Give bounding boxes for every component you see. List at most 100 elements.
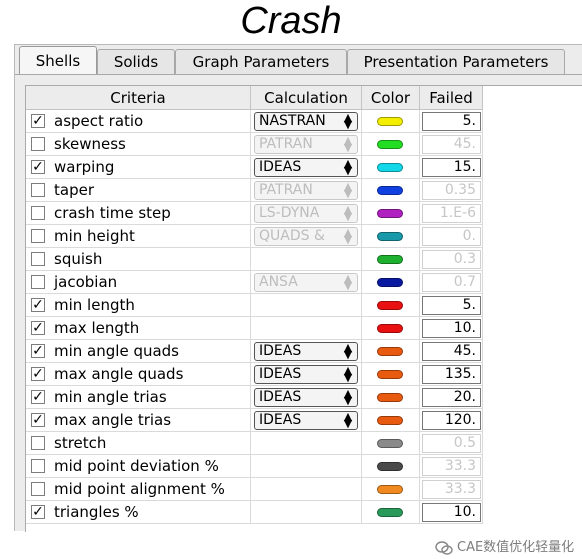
color-swatch[interactable] — [377, 462, 403, 471]
failed-cell: 135. — [420, 363, 483, 386]
criteria-cell: crash time step — [26, 202, 251, 225]
color-swatch[interactable] — [377, 324, 403, 333]
criteria-checkbox[interactable]: ✓ — [31, 505, 45, 519]
table-row-max-angle-trias[interactable]: ✓ max angle trias IDEAS ▲ ▼ 120. — [26, 409, 582, 432]
criteria-checkbox[interactable]: ✓ — [31, 390, 45, 404]
calculation-cell: PATRAN ▲ ▼ — [251, 133, 362, 156]
criteria-checkbox[interactable] — [31, 229, 45, 243]
table-row-taper[interactable]: taper PATRAN ▲ ▼ 0.35 — [26, 179, 582, 202]
color-swatch[interactable] — [377, 347, 403, 356]
calculation-select[interactable]: LS-DYNA ▲ ▼ — [254, 204, 358, 223]
table-row-mid-point-deviation[interactable]: mid point deviation % 33.3 — [26, 455, 582, 478]
failed-threshold-input[interactable]: 0.7 — [422, 273, 481, 292]
calculation-select[interactable]: IDEAS ▲ ▼ — [254, 158, 358, 177]
calculation-cell: PATRAN ▲ ▼ — [251, 179, 362, 202]
color-swatch[interactable] — [377, 439, 403, 448]
criteria-checkbox[interactable]: ✓ — [31, 413, 45, 427]
tab-presentation-parameters[interactable]: Presentation Parameters — [347, 49, 565, 74]
column-header-calculation[interactable]: Calculation — [251, 86, 362, 110]
color-swatch[interactable] — [377, 393, 403, 402]
column-header-failed[interactable]: Failed — [420, 86, 483, 110]
calculation-select[interactable]: PATRAN ▲ ▼ — [254, 181, 358, 200]
criteria-checkbox[interactable] — [31, 183, 45, 197]
failed-threshold-input[interactable]: 45. — [422, 135, 481, 154]
calculation-select[interactable]: ANSA ▲ ▼ — [254, 273, 358, 292]
color-swatch[interactable] — [377, 209, 403, 218]
column-header-criteria[interactable]: Criteria — [26, 86, 251, 110]
failed-threshold-input[interactable]: 15. — [422, 158, 481, 177]
failed-threshold-input[interactable]: 10. — [422, 503, 481, 522]
color-swatch[interactable] — [377, 255, 403, 264]
color-swatch[interactable] — [377, 163, 403, 172]
criteria-checkbox[interactable]: ✓ — [31, 344, 45, 358]
failed-threshold-input[interactable]: 120. — [422, 411, 481, 430]
table-row-mid-point-alignment[interactable]: mid point alignment % 33.3 — [26, 478, 582, 501]
criteria-checkbox[interactable]: ✓ — [31, 321, 45, 335]
table-row-crash-time-step[interactable]: crash time step LS-DYNA ▲ ▼ 1.E-6 — [26, 202, 582, 225]
criteria-checkbox[interactable]: ✓ — [31, 367, 45, 381]
table-row-jacobian[interactable]: jacobian ANSA ▲ ▼ 0.7 — [26, 271, 582, 294]
table-row-max-length[interactable]: ✓ max length 10. — [26, 317, 582, 340]
table-row-min-height[interactable]: min height QUADS & ▲ ▼ 0. — [26, 225, 582, 248]
color-swatch[interactable] — [377, 485, 403, 494]
criteria-checkbox[interactable] — [31, 252, 45, 266]
color-swatch[interactable] — [377, 301, 403, 310]
color-swatch[interactable] — [377, 416, 403, 425]
table-row-warping[interactable]: ✓ warping IDEAS ▲ ▼ 15. — [26, 156, 582, 179]
failed-threshold-input[interactable]: 5. — [422, 296, 481, 315]
column-header-color[interactable]: Color — [362, 86, 420, 110]
color-swatch[interactable] — [377, 186, 403, 195]
failed-threshold-input[interactable]: 10. — [422, 319, 481, 338]
table-row-triangles[interactable]: ✓ triangles % 10. — [26, 501, 582, 524]
criteria-checkbox[interactable] — [31, 459, 45, 473]
tab-solids[interactable]: Solids — [97, 49, 175, 74]
criteria-checkbox[interactable] — [31, 482, 45, 496]
table-row-aspect-ratio[interactable]: ✓ aspect ratio NASTRAN ▲ ▼ 5. — [26, 110, 582, 133]
failed-threshold-input[interactable]: 1.E-6 — [422, 204, 481, 223]
table-row-stretch[interactable]: stretch 0.5 — [26, 432, 582, 455]
criteria-checkbox[interactable] — [31, 275, 45, 289]
criteria-checkbox[interactable] — [31, 137, 45, 151]
tab-graph-parameters[interactable]: Graph Parameters — [175, 49, 347, 74]
table-row-max-angle-quads[interactable]: ✓ max angle quads IDEAS ▲ ▼ 135. — [26, 363, 582, 386]
criteria-checkbox[interactable]: ✓ — [31, 114, 45, 128]
color-swatch[interactable] — [377, 232, 403, 241]
calculation-select[interactable]: IDEAS ▲ ▼ — [254, 365, 358, 384]
color-swatch[interactable] — [377, 278, 403, 287]
color-cell — [362, 386, 420, 409]
failed-threshold-input[interactable]: 45. — [422, 342, 481, 361]
failed-threshold-input[interactable]: 0.3 — [422, 250, 481, 269]
calculation-select[interactable]: IDEAS ▲ ▼ — [254, 411, 358, 430]
calculation-select[interactable]: NASTRAN ▲ ▼ — [254, 112, 358, 131]
failed-threshold-input[interactable]: 0. — [422, 227, 481, 246]
table-row-skewness[interactable]: skewness PATRAN ▲ ▼ 45. — [26, 133, 582, 156]
calculation-cell — [251, 294, 362, 317]
color-swatch[interactable] — [377, 140, 403, 149]
color-swatch[interactable] — [377, 508, 403, 517]
failed-threshold-input[interactable]: 5. — [422, 112, 481, 131]
calculation-select[interactable]: IDEAS ▲ ▼ — [254, 388, 358, 407]
table-row-min-angle-quads[interactable]: ✓ min angle quads IDEAS ▲ ▼ 45. — [26, 340, 582, 363]
criteria-cell: ✓ min length — [26, 294, 251, 317]
calculation-select[interactable]: QUADS & ▲ ▼ — [254, 227, 358, 246]
failed-threshold-input[interactable]: 20. — [422, 388, 481, 407]
table-row-squish[interactable]: squish 0.3 — [26, 248, 582, 271]
failed-threshold-input[interactable]: 0.5 — [422, 434, 481, 453]
failed-threshold-input[interactable]: 0.35 — [422, 181, 481, 200]
calculation-cell — [251, 248, 362, 271]
tab-shells[interactable]: Shells — [19, 46, 97, 75]
table-row-min-length[interactable]: ✓ min length 5. — [26, 294, 582, 317]
calculation-select[interactable]: PATRAN ▲ ▼ — [254, 135, 358, 154]
failed-threshold-input[interactable]: 135. — [422, 365, 481, 384]
criteria-checkbox[interactable] — [31, 206, 45, 220]
criteria-checkbox[interactable] — [31, 436, 45, 450]
calculation-select[interactable]: IDEAS ▲ ▼ — [254, 342, 358, 361]
color-swatch[interactable] — [377, 117, 403, 126]
failed-threshold-input[interactable]: 33.3 — [422, 457, 481, 476]
failed-cell: 0.3 — [420, 248, 483, 271]
criteria-checkbox[interactable]: ✓ — [31, 160, 45, 174]
criteria-checkbox[interactable]: ✓ — [31, 298, 45, 312]
table-row-min-angle-trias[interactable]: ✓ min angle trias IDEAS ▲ ▼ 20. — [26, 386, 582, 409]
failed-threshold-input[interactable]: 33.3 — [422, 480, 481, 499]
color-swatch[interactable] — [377, 370, 403, 379]
